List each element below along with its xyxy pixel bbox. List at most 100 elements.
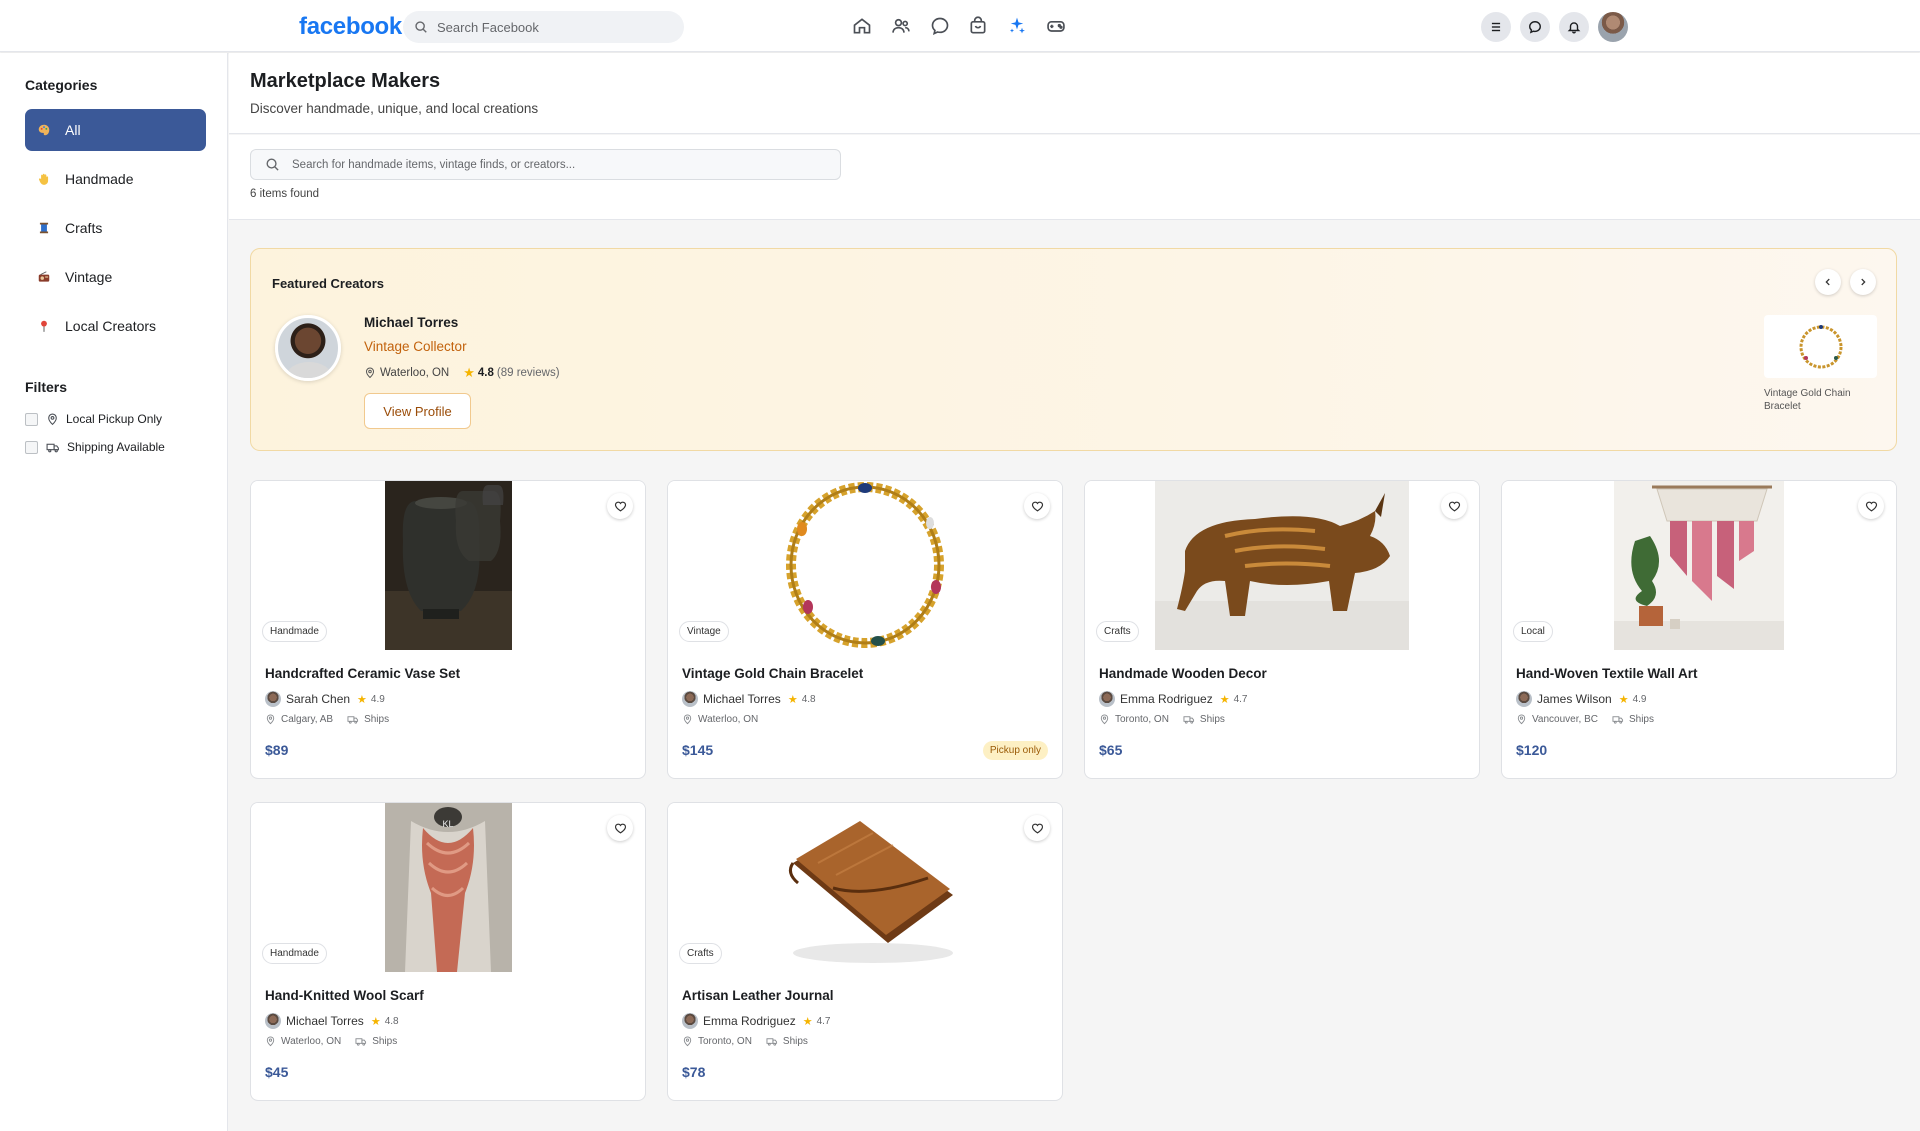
favorite-button[interactable] [1024, 493, 1050, 519]
heart-icon [1031, 501, 1043, 512]
featured-product-thumbnail[interactable] [1764, 315, 1877, 378]
messenger-button[interactable] [1520, 12, 1550, 42]
category-handmade[interactable]: Handmade [25, 158, 206, 200]
wooden-rhino-image [1155, 481, 1409, 650]
page-subtitle: Discover handmade, unique, and local cre… [250, 101, 539, 116]
creator-reviews: (89 reviews) [496, 367, 560, 379]
facebook-logo[interactable]: facebook [299, 13, 402, 41]
favorite-button[interactable] [607, 493, 633, 519]
product-title[interactable]: Vintage Gold Chain Bracelet [682, 666, 863, 681]
chevron-right-icon [1861, 278, 1866, 286]
friends-icon[interactable] [891, 16, 911, 36]
category-tag: Vintage [679, 621, 729, 642]
product-title[interactable]: Artisan Leather Journal [682, 988, 834, 1003]
product-card[interactable]: KL Handmade Hand-Knitted Wool Scarf Mich… [250, 802, 646, 1101]
home-icon[interactable] [852, 16, 872, 36]
product-card[interactable]: Vintage Vintage Gold Chain Bracelet Mich… [667, 480, 1063, 779]
gaming-icon[interactable] [1046, 16, 1066, 36]
pin-icon [37, 319, 51, 333]
seller-avatar [682, 691, 698, 707]
product-card[interactable]: Local Hand-Woven Textile Wall Art James … [1501, 480, 1897, 779]
chevron-left-icon [1825, 278, 1830, 286]
marketplace-search-input[interactable]: Search for handmade items, vintage finds… [250, 149, 841, 180]
product-price: $78 [682, 1064, 706, 1080]
product-title[interactable]: Handcrafted Ceramic Vase Set [265, 666, 460, 681]
location-icon [683, 1036, 692, 1047]
seller-info[interactable]: Michael Torres ★ 4.8 [682, 691, 816, 707]
seller-info[interactable]: James Wilson ★ 4.9 [1516, 691, 1646, 707]
menu-button[interactable] [1481, 12, 1511, 42]
product-card[interactable]: Crafts Handmade Wooden Decor Emma Rodrig… [1084, 480, 1480, 779]
seller-name: James Wilson [1537, 692, 1612, 706]
filters-heading: Filters [25, 379, 68, 395]
location-icon [1100, 714, 1109, 725]
heart-icon [614, 501, 626, 512]
notifications-button[interactable] [1559, 12, 1589, 42]
seller-avatar [265, 1013, 281, 1029]
category-local-creators[interactable]: Local Creators [25, 305, 206, 347]
page-header: Marketplace Makers Discover handmade, un… [229, 53, 1920, 134]
star-icon: ★ [802, 1015, 813, 1028]
view-profile-button[interactable]: View Profile [364, 393, 471, 429]
category-tag: Handmade [262, 943, 327, 964]
product-price: $145 [682, 742, 714, 758]
creator-name: Michael Torres [364, 315, 459, 330]
profile-avatar[interactable] [1598, 12, 1628, 42]
favorite-button[interactable] [1441, 493, 1467, 519]
bracelet-image [1799, 324, 1842, 368]
previous-creator-button[interactable] [1815, 269, 1841, 295]
seller-avatar [1516, 691, 1532, 707]
location-text: Waterloo, ON [281, 1036, 342, 1047]
creator-rating: 4.8 [477, 367, 494, 379]
shipping-available-checkbox[interactable] [25, 440, 38, 454]
product-title[interactable]: Handmade Wooden Decor [1099, 666, 1267, 681]
category-crafts[interactable]: Crafts [25, 207, 206, 249]
location-icon [266, 1036, 275, 1047]
star-icon: ★ [787, 693, 798, 706]
favorite-button[interactable] [1858, 493, 1884, 519]
thread-spool-icon [37, 221, 51, 235]
local-pickup-checkbox[interactable] [25, 412, 38, 426]
category-vintage[interactable]: Vintage [25, 256, 206, 298]
seller-rating: 4.9 [370, 693, 385, 705]
seller-info[interactable]: Sarah Chen ★ 4.9 [265, 691, 385, 707]
featured-heading: Featured Creators [272, 276, 384, 291]
filter-shipping-available[interactable]: Shipping Available [25, 440, 165, 454]
sparkle-icon[interactable] [1007, 16, 1027, 36]
product-price: $45 [265, 1064, 289, 1080]
pickup-only-badge: Pickup only [982, 741, 1048, 760]
product-card[interactable]: Crafts Artisan Leather Journal Emma Rodr… [667, 802, 1063, 1101]
star-icon: ★ [357, 693, 367, 706]
product-image [1085, 481, 1479, 650]
product-location: Waterloo, ON Ships [265, 1036, 397, 1047]
messenger-icon[interactable] [930, 16, 950, 36]
marketplace-icon[interactable] [968, 16, 988, 36]
facebook-search-input[interactable]: Search Facebook [403, 11, 684, 43]
location-text: Vancouver, BC [1532, 714, 1598, 725]
next-creator-button[interactable] [1850, 269, 1876, 295]
top-navigation-bar: facebook Search Facebook [0, 0, 1920, 52]
product-title[interactable]: Hand-Woven Textile Wall Art [1516, 666, 1698, 681]
seller-info[interactable]: Michael Torres ★ 4.8 [265, 1013, 399, 1029]
chat-icon [1529, 21, 1541, 34]
category-all[interactable]: All [25, 109, 206, 151]
seller-info[interactable]: Emma Rodriguez ★ 4.7 [1099, 691, 1247, 707]
product-location: Toronto, ON Ships [682, 1036, 808, 1047]
category-tag: Handmade [262, 621, 327, 642]
seller-name: Michael Torres [286, 1014, 364, 1028]
search-icon [415, 21, 427, 33]
search-section: Search for handmade items, vintage finds… [229, 135, 1920, 220]
radio-icon [37, 270, 51, 284]
product-title[interactable]: Hand-Knitted Wool Scarf [265, 988, 424, 1003]
filter-label: Shipping Available [67, 440, 165, 454]
favorite-button[interactable] [1024, 815, 1050, 841]
creator-avatar[interactable] [275, 315, 341, 381]
location-text: Toronto, ON [1115, 714, 1169, 725]
category-tag: Local [1513, 621, 1553, 642]
favorite-button[interactable] [607, 815, 633, 841]
product-location: Waterloo, ON [682, 714, 758, 725]
product-card[interactable]: Handmade Handcrafted Ceramic Vase Set Sa… [250, 480, 646, 779]
filter-local-pickup[interactable]: Local Pickup Only [25, 412, 162, 426]
seller-info[interactable]: Emma Rodriguez ★ 4.7 [682, 1013, 830, 1029]
account-controls [1481, 12, 1628, 42]
